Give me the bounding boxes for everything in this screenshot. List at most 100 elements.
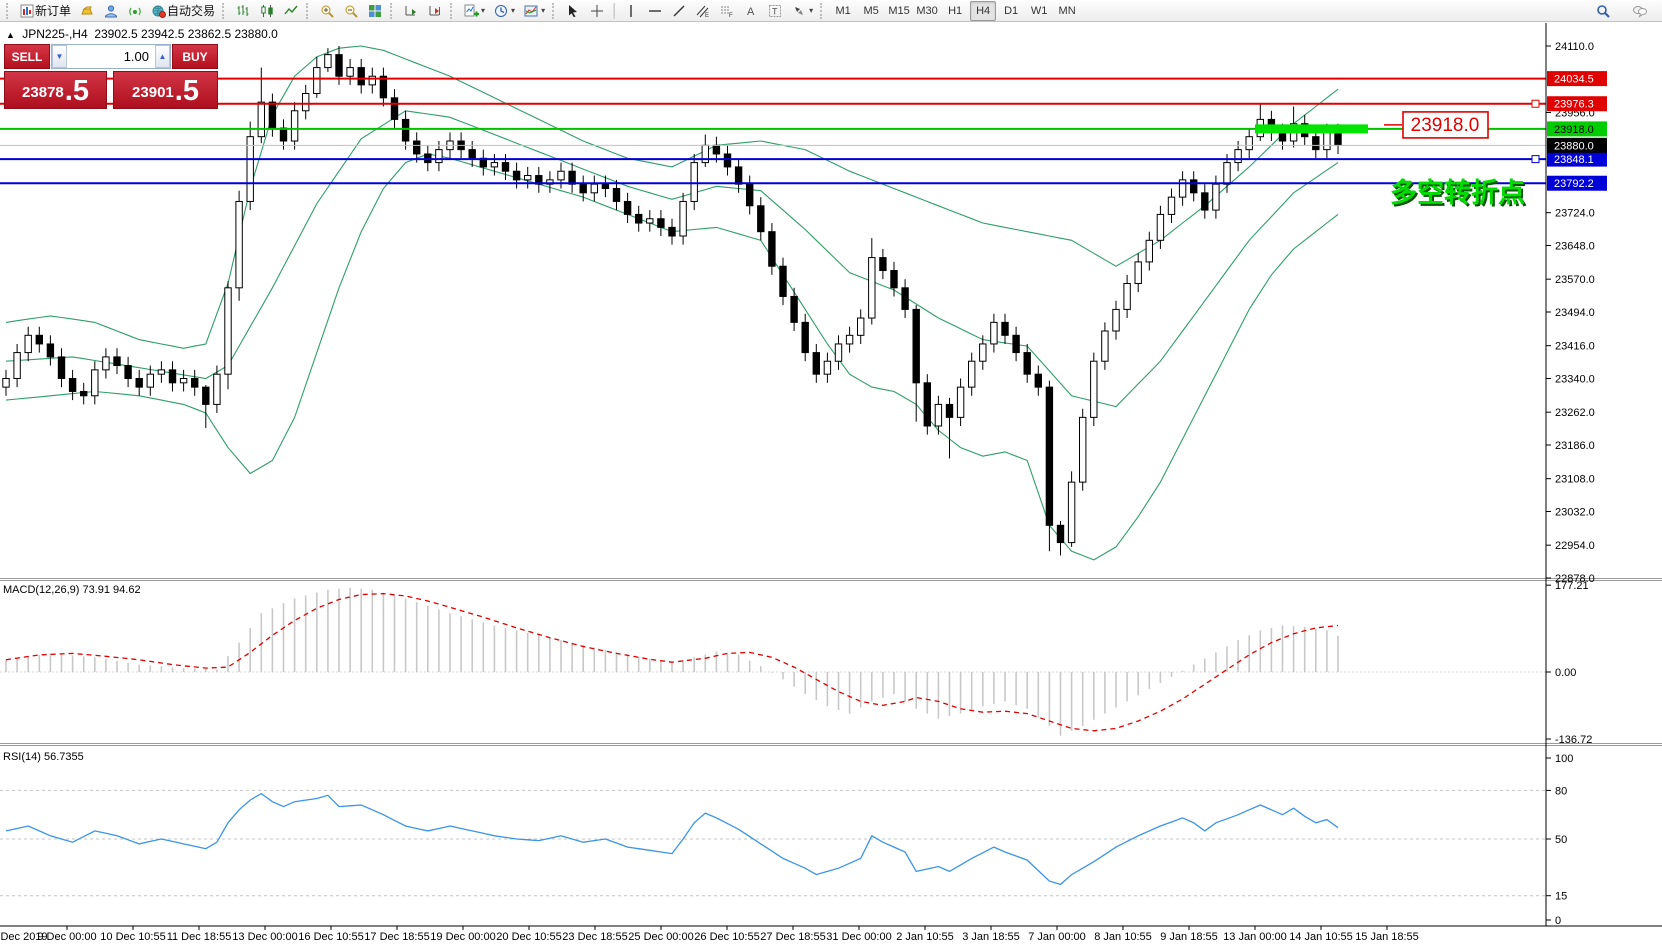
candle-bullish [347,68,353,77]
text-tool-button[interactable]: A [740,1,762,21]
time-tick-label: 15 Jan 18:55 [1355,931,1419,943]
periods-button[interactable]: ▾ [490,1,518,21]
trendline-tool-button[interactable] [668,1,690,21]
tf-m1-button[interactable]: M1 [830,1,856,21]
candle-bullish [846,335,852,344]
chat-button[interactable] [1629,1,1651,21]
time-tick-label: 13 Jan 00:00 [1223,931,1287,943]
buy-button[interactable]: BUY [172,44,218,69]
candle-bullish [1224,163,1230,185]
candle-bearish [125,366,131,379]
candle-bearish [469,150,475,159]
axis-price-label: 24034.5 [1554,74,1594,86]
time-axis[interactable]: Dec 20199 Dec 00:0010 Dec 10:5511 Dec 18… [0,926,1662,943]
time-tick-label: 9 Jan 18:55 [1160,931,1218,943]
toolbar-grip[interactable] [306,3,312,19]
auto-scroll-button[interactable] [400,1,422,21]
candle-bearish [758,206,764,232]
toolbar-grip[interactable] [450,3,456,19]
toolbar-grip[interactable] [222,3,228,19]
candle-bullish [1135,262,1141,284]
toolbar-grip[interactable] [820,3,826,19]
templates-button[interactable]: ▾ [520,1,548,21]
chart-shift-button[interactable] [424,1,446,21]
tf-h4-button[interactable]: H4 [970,1,996,21]
candle-bearish [358,68,364,85]
toolbar-grip[interactable] [6,3,12,19]
annotations[interactable]: 23918.0多空转折点多空转折点 [1255,112,1527,210]
hline-handle[interactable] [1532,100,1539,107]
zoom-in-button[interactable] [316,1,338,21]
signal-button[interactable] [124,1,146,21]
sell-price-button[interactable]: 23878 .5 [4,71,107,109]
gold-button[interactable] [76,1,98,21]
tf-d1-button[interactable]: D1 [998,1,1024,21]
candle-bearish [946,404,952,417]
candle-bullish [3,379,9,388]
tf-m30-button[interactable]: M30 [914,1,940,21]
tf-m15-button[interactable]: M15 [886,1,912,21]
candle-bullish [980,344,986,361]
panel-separators [0,579,1662,746]
zoom-out-button[interactable] [340,1,362,21]
candle-bullish [214,374,220,404]
toolbar-grip[interactable] [390,3,396,19]
cn-note-text[interactable]: 多空转折点 [1390,177,1525,208]
fibonacci-tool-button[interactable]: F [716,1,738,21]
chart-canvas[interactable]: 23918.0多空转折点多空转折点 24110.023956.023724.023… [0,23,1662,947]
cursor-tool-button[interactable] [562,1,584,21]
candlestick-button[interactable] [256,1,278,21]
arrows-tool-button[interactable]: ▾ [788,1,816,21]
bar-chart-button[interactable] [232,1,254,21]
volume-decrease-button[interactable]: ▼ [52,45,67,68]
time-tick-label: 16 Dec 10:55 [298,931,363,943]
candle-bearish [192,379,198,388]
macd-tick-label: 0.00 [1555,667,1576,679]
hline-tool-button[interactable] [644,1,666,21]
autotrade-label: 自动交易 [167,2,215,19]
candle-bullish [291,111,297,141]
candle-bullish [25,335,31,352]
sell-button[interactable]: SELL [4,44,50,69]
time-tick-label: 13 Dec 00:00 [232,931,297,943]
candle-bullish [691,163,697,202]
tf-h1-button[interactable]: H1 [942,1,968,21]
tf-w1-button[interactable]: W1 [1026,1,1052,21]
search-button[interactable] [1592,1,1614,21]
candle-bullish [491,163,497,167]
buy-price-button[interactable]: 23901 .5 [113,71,218,109]
price-tick-label: 23724.0 [1555,208,1595,220]
collapse-triangle-icon[interactable]: ▲ [6,30,15,40]
svg-text:A: A [747,6,755,18]
candle-bearish [47,344,53,357]
volume-value[interactable]: 1.00 [67,45,155,68]
autotrade-button[interactable]: 自动交易 [148,1,218,21]
hline-handle[interactable] [1532,156,1539,163]
candle-bearish [580,184,586,193]
indicators-button[interactable]: ▾ [460,1,488,21]
line-chart-button[interactable] [280,1,302,21]
candle-bullish [314,68,320,94]
candle-bearish [669,227,675,236]
volume-increase-button[interactable]: ▲ [155,45,170,68]
tf-mn-button[interactable]: MN [1054,1,1080,21]
axis-price-label: 23792.2 [1554,178,1594,190]
price-tick-label: 22954.0 [1555,540,1595,552]
auto-scroll-icon [403,3,419,19]
tile-windows-button[interactable] [364,1,386,21]
tf-m5-button[interactable]: M5 [858,1,884,21]
candle-bearish [636,214,642,223]
price-axis[interactable]: 24110.023956.023724.023648.023570.023494… [1546,23,1607,927]
label-tool-button[interactable]: T [764,1,786,21]
candle-bullish [858,318,864,335]
profile-button[interactable] [100,1,122,21]
crosshair-tool-button[interactable] [586,1,608,21]
candle-bullish [1157,214,1163,240]
time-tick-label: 31 Dec 00:00 [826,931,891,943]
candlestick-icon [259,3,275,19]
new-order-button[interactable]: 新订单 [16,1,74,21]
toolbar-grip[interactable] [552,3,558,19]
trendline-icon [671,3,687,19]
vline-tool-button[interactable] [620,1,642,21]
channel-tool-button[interactable]: E [692,1,714,21]
